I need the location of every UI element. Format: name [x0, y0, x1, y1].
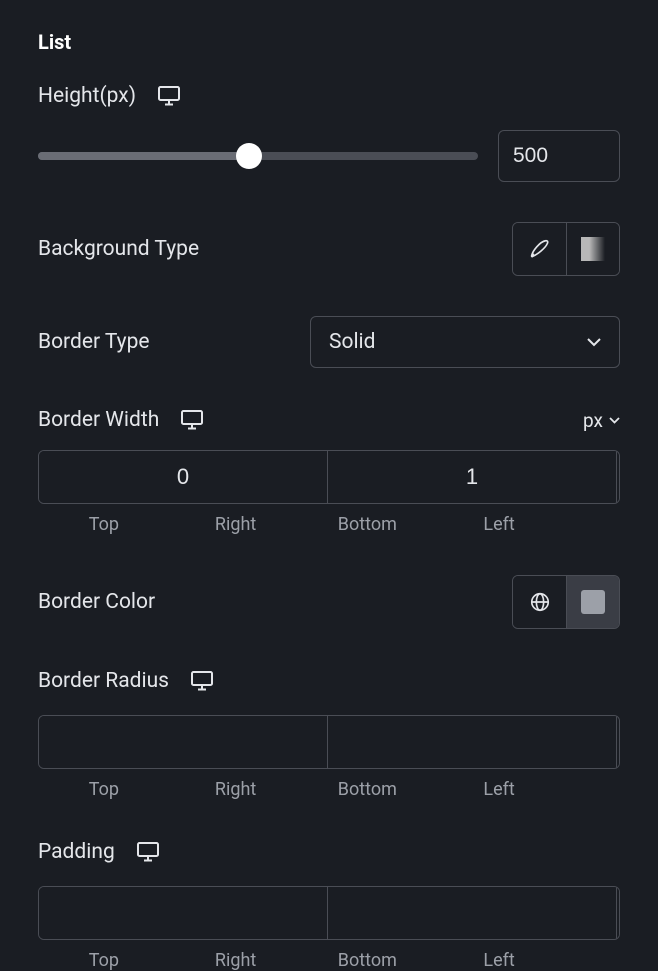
dim-label-left: Left	[433, 950, 565, 971]
dim-label-left: Left	[433, 514, 565, 535]
dim-label-bottom: Bottom	[302, 514, 434, 535]
background-type-row: Background Type	[38, 222, 620, 276]
border-color-global-button[interactable]	[513, 576, 566, 628]
border-color-picker-button[interactable]	[566, 576, 619, 628]
border-type-row: Border Type Solid	[38, 316, 620, 368]
border-color-row: Border Color	[38, 575, 620, 629]
border-radius-top-input[interactable]	[39, 716, 328, 768]
background-type-label: Background Type	[38, 237, 199, 261]
padding-inputs	[38, 886, 620, 940]
height-label: Height(px)	[38, 84, 136, 108]
height-slider-row	[38, 130, 620, 182]
border-width-bottom-input[interactable]	[617, 451, 620, 503]
bg-classic-button[interactable]	[513, 223, 566, 275]
border-radius-label: Border Radius	[38, 669, 169, 693]
padding-top-input[interactable]	[39, 887, 328, 939]
desktop-icon[interactable]	[158, 86, 180, 106]
globe-icon	[529, 591, 551, 613]
dim-label-top: Top	[38, 779, 170, 800]
border-type-label: Border Type	[38, 330, 150, 354]
height-slider[interactable]	[38, 152, 478, 160]
border-radius-right-input[interactable]	[328, 716, 617, 768]
border-width-header: Border Width px	[38, 408, 620, 432]
dim-label-top: Top	[38, 514, 170, 535]
background-type-toggle	[512, 222, 620, 276]
border-type-value: Solid	[329, 330, 376, 354]
desktop-icon[interactable]	[191, 671, 213, 691]
color-swatch-icon	[581, 590, 605, 614]
border-color-group	[512, 575, 620, 629]
section-title: List	[38, 30, 620, 54]
border-type-select[interactable]: Solid	[310, 316, 620, 368]
border-width-unit: px	[583, 409, 603, 432]
bg-gradient-button[interactable]	[566, 223, 619, 275]
border-width-top-input[interactable]	[39, 451, 328, 503]
padding-label: Padding	[38, 840, 115, 864]
dim-label-bottom: Bottom	[302, 779, 434, 800]
dim-label-top: Top	[38, 950, 170, 971]
dim-label-right: Right	[170, 779, 302, 800]
padding-label-row: Padding	[38, 840, 620, 864]
border-width-unit-select[interactable]: px	[583, 409, 620, 432]
height-slider-thumb[interactable]	[236, 143, 262, 169]
desktop-icon[interactable]	[181, 410, 203, 430]
border-width-dim-labels: Top Right Bottom Left	[38, 514, 620, 535]
border-color-label: Border Color	[38, 590, 155, 614]
border-width-right-input[interactable]	[328, 451, 617, 503]
padding-dim-labels: Top Right Bottom Left	[38, 950, 620, 971]
gradient-icon	[581, 237, 605, 261]
border-radius-label-row: Border Radius	[38, 669, 620, 693]
border-width-inputs	[38, 450, 620, 504]
border-radius-inputs	[38, 715, 620, 769]
chevron-down-icon	[587, 338, 601, 347]
padding-right-input[interactable]	[328, 887, 617, 939]
dim-label-right: Right	[170, 514, 302, 535]
desktop-icon[interactable]	[137, 842, 159, 862]
chevron-down-icon	[609, 417, 620, 424]
dim-label-bottom: Bottom	[302, 950, 434, 971]
padding-bottom-input[interactable]	[617, 887, 620, 939]
dim-label-right: Right	[170, 950, 302, 971]
border-width-label: Border Width	[38, 408, 159, 432]
border-radius-dim-labels: Top Right Bottom Left	[38, 779, 620, 800]
height-label-row: Height(px)	[38, 84, 620, 108]
height-input[interactable]	[498, 130, 620, 182]
border-radius-bottom-input[interactable]	[617, 716, 620, 768]
dim-label-left: Left	[433, 779, 565, 800]
height-slider-fill	[38, 152, 249, 160]
